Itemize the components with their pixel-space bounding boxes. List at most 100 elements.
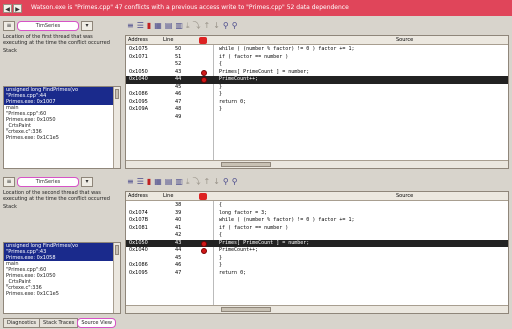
table-icon[interactable]: ▤ (165, 21, 173, 31)
source-row[interactable]: 0x1040 44 PrimeCount++; (126, 247, 508, 255)
row-line: 38 (175, 202, 182, 208)
horizontal-scrollbar[interactable] (126, 160, 508, 168)
chevron-down-icon[interactable]: ▾ (81, 177, 93, 187)
columns-icon[interactable]: ▥ (175, 21, 183, 31)
source-row[interactable]: 0x107B 40 while ( (number % factor) != 0… (126, 217, 508, 225)
source-row[interactable]: 0x1075 50 while ( (number % factor) != 0… (126, 46, 508, 54)
row-source: while ( (number % factor) != 0 ) factor … (219, 217, 355, 223)
thread-select[interactable]: TimSeries (17, 177, 79, 187)
horizontal-scrollbar[interactable] (126, 305, 508, 313)
source-row[interactable]: 0x1071 51 if ( factor == number ) (126, 54, 508, 62)
line-header[interactable]: Line (163, 192, 173, 201)
thread-select[interactable]: TimSeries (17, 21, 79, 31)
address-header[interactable]: Address (128, 36, 148, 45)
row-source: Primes[ PrimeCount ] = number; (219, 239, 310, 246)
row-line: 46 (175, 262, 182, 268)
source-row[interactable]: 52 { (126, 61, 508, 69)
row-line: 45 (175, 254, 182, 261)
stack-item[interactable]: Primes.exe: 0x1C1e5 (4, 291, 120, 297)
source-row[interactable]: 0x1050 43 Primes[ PrimeCount ] = number; (126, 69, 508, 77)
breakpoint-icon[interactable] (201, 248, 207, 254)
row-line: 39 (175, 209, 182, 216)
step-icon[interactable]: ⤓ (186, 21, 190, 31)
row-source: if ( factor == number ) (219, 224, 289, 231)
step-over-icon[interactable]: ⤵ (193, 177, 201, 187)
menu-icon[interactable]: ≡ (127, 177, 134, 187)
row-line: 44 (175, 76, 182, 82)
thread-list-icon[interactable]: ≡ (3, 21, 15, 31)
source-grid[interactable]: Address Line Source 38 {0x1074 39 long … (125, 191, 509, 314)
columns-icon[interactable]: ▥ (175, 177, 183, 187)
step-icon[interactable]: ⤓ (186, 177, 190, 187)
source-row[interactable]: 0x1081 41 if ( factor == number ) (126, 225, 508, 233)
menu-icon[interactable]: ≡ (127, 21, 134, 31)
address-header[interactable]: Address (128, 192, 148, 201)
row-address: 0x109A (129, 106, 149, 112)
find-next-icon[interactable]: ⚲ (232, 21, 238, 31)
breakpoint-icon[interactable] (201, 77, 207, 83)
stack-scrollbar[interactable] (113, 243, 120, 313)
list-icon[interactable]: ☰ (137, 21, 144, 31)
source-row[interactable]: 0x1050 43 Primes[ PrimeCount ] = number; (126, 239, 508, 247)
grid-header: Address Line Source (126, 192, 508, 201)
source-row[interactable]: 0x1095 47 return 0; (126, 99, 508, 107)
source-row[interactable]: 42 { (126, 232, 508, 240)
source-row[interactable]: 45 } (126, 84, 508, 92)
scroll-thumb[interactable] (115, 89, 119, 99)
row-line: 49 (175, 113, 182, 120)
source-row[interactable]: 0x1086 46 } (126, 91, 508, 99)
grid-icon[interactable]: ▦ (154, 21, 162, 31)
stack-scrollbar[interactable] (113, 87, 120, 168)
source-row[interactable]: 0x1074 39 long factor = 3; (126, 210, 508, 218)
table-icon[interactable]: ▤ (165, 177, 173, 187)
thread-info-panel: ≡ TimSeries ▾ Location of the first thre… (3, 20, 121, 169)
thread-pane-2: ≡ TimSeries ▾ Location of the second thr… (0, 173, 512, 316)
down-arrow-icon[interactable]: ↓ (213, 177, 220, 187)
source-row[interactable]: 0x1040 44 PrimeCount++; (126, 76, 508, 84)
source-row[interactable]: 0x109A 48 } (126, 106, 508, 114)
find-icon[interactable]: ⚲ (223, 177, 229, 187)
scroll-thumb[interactable] (221, 307, 271, 312)
view-tabs: Diagnostics Stack Traces Source View (3, 318, 116, 328)
down-arrow-icon[interactable]: ↓ (213, 21, 220, 31)
source-toolbar: ≡ ☰ ▮ ▦ ▤ ▥ ⤓ ⤵ ↑ ↓ ⚲ ⚲ (125, 176, 509, 188)
list-icon[interactable]: ☰ (137, 177, 144, 187)
stop-icon[interactable]: ▮ (147, 177, 151, 187)
step-over-icon[interactable]: ⤵ (193, 21, 201, 31)
back-icon[interactable]: ◀ (3, 3, 12, 13)
thread-list-icon[interactable]: ≡ (3, 177, 15, 187)
source-grid[interactable]: Address Line Source 0x1075 50 while ( (n… (125, 35, 509, 169)
breakpoint-icon[interactable] (201, 240, 207, 247)
row-address: 0x1086 (129, 91, 148, 97)
source-row[interactable]: 49 (126, 114, 508, 122)
stack-list[interactable]: unsigned long FindPrimes(vo "Primes.cpp":… (3, 86, 121, 169)
source-header[interactable]: Source (396, 36, 413, 45)
up-arrow-icon[interactable]: ↑ (204, 21, 211, 31)
stop-icon[interactable]: ▮ (147, 21, 151, 31)
tab-diagnostics[interactable]: Diagnostics (3, 318, 41, 328)
source-panel: ≡ ☰ ▮ ▦ ▤ ▥ ⤓ ⤵ ↑ ↓ ⚲ ⚲ Address Line Sou… (125, 176, 509, 314)
up-arrow-icon[interactable]: ↑ (204, 177, 211, 187)
line-header[interactable]: Line (163, 36, 173, 45)
row-address: 0x1081 (129, 224, 148, 231)
row-source: Primes[ PrimeCount ] = number; (219, 68, 310, 75)
source-row[interactable]: 45 } (126, 255, 508, 263)
stack-item[interactable]: Primes.exe: 0x1C1e5 (4, 135, 120, 141)
stack-list[interactable]: unsigned long FindPrimes(vo "Primes.cpp":… (3, 242, 121, 314)
tab-stack-traces[interactable]: Stack Traces (39, 318, 79, 328)
source-row[interactable]: 0x1086 46 } (126, 262, 508, 270)
source-row[interactable]: 38 { (126, 202, 508, 210)
chevron-down-icon[interactable]: ▾ (81, 21, 93, 31)
source-row[interactable]: 0x1095 47 return 0; (126, 270, 508, 278)
grid-icon[interactable]: ▦ (154, 177, 162, 187)
breakpoint-icon[interactable] (201, 69, 207, 76)
tab-source-view[interactable]: Source View (77, 318, 116, 328)
thread-pane-1: ≡ TimSeries ▾ Location of the first thre… (0, 17, 512, 171)
row-address: 0x1050 (129, 239, 148, 246)
scroll-thumb[interactable] (115, 245, 119, 255)
source-header[interactable]: Source (396, 192, 413, 201)
forward-icon[interactable]: ▶ (13, 3, 22, 13)
scroll-thumb[interactable] (221, 162, 271, 167)
find-next-icon[interactable]: ⚲ (232, 177, 238, 187)
find-icon[interactable]: ⚲ (223, 21, 229, 31)
